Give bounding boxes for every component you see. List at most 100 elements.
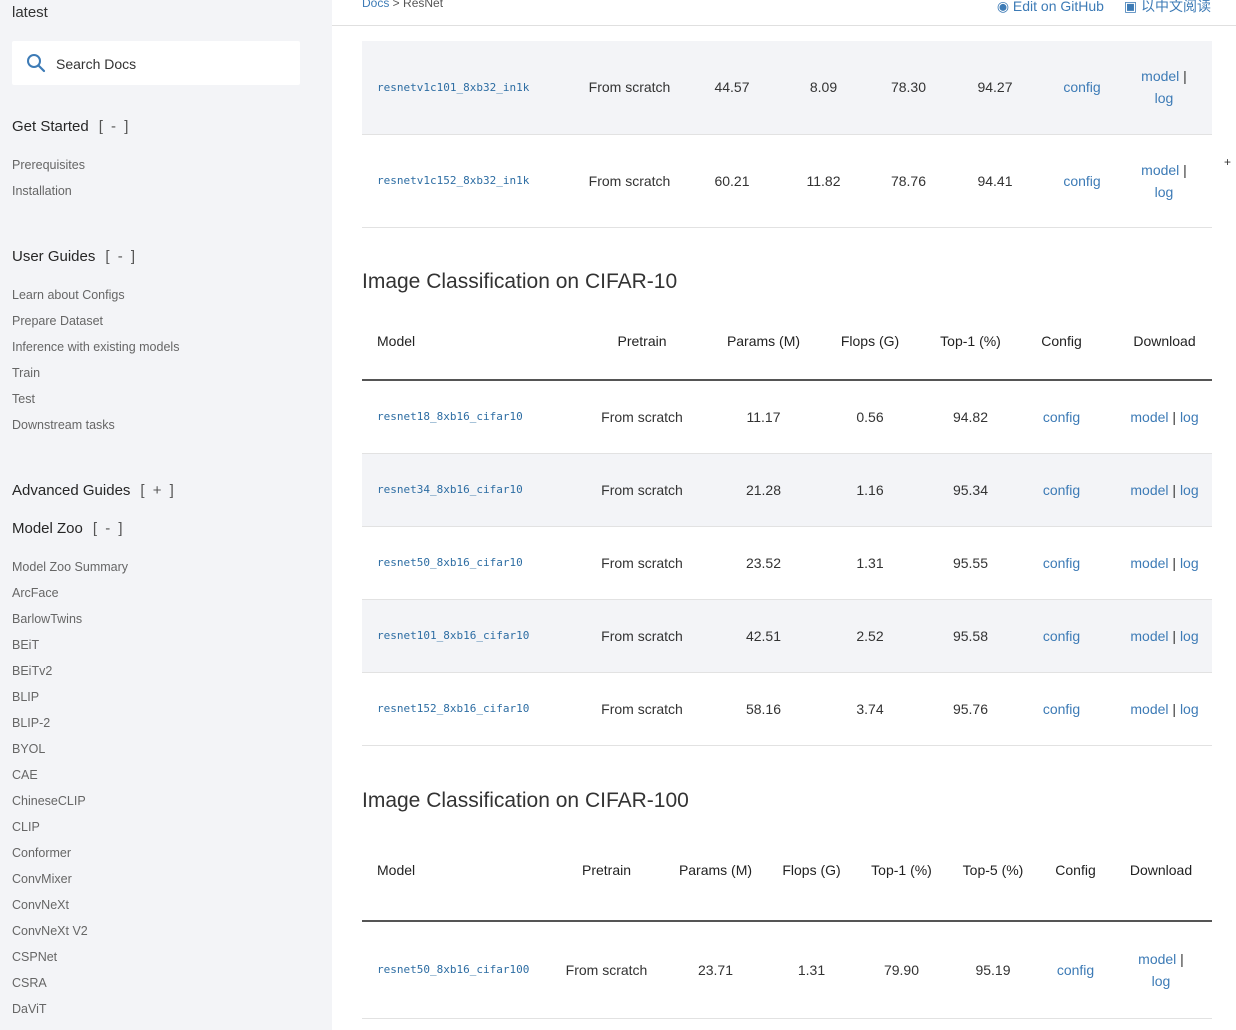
nav-item-model-zoo[interactable]: CAE — [12, 768, 38, 782]
log-link[interactable]: log — [1180, 409, 1199, 425]
section-toggle[interactable]: [ + ] — [140, 482, 175, 499]
model-link[interactable]: model — [1130, 628, 1168, 644]
section-label: Get Started — [12, 118, 89, 135]
nav-item-inference[interactable]: Inference with existing models — [12, 340, 179, 354]
params-cell: 60.21 — [692, 134, 772, 228]
search-input[interactable] — [54, 51, 288, 77]
nav-item-prepare-dataset[interactable]: Prepare Dataset — [12, 314, 103, 328]
download-cell: model | log — [1117, 453, 1212, 527]
nav-item-model-zoo[interactable]: ConvNeXt V2 — [12, 924, 88, 938]
config-link[interactable]: config — [1048, 41, 1116, 135]
table-row: resnetv1c101_8xb32_in1k From scratch 44.… — [362, 41, 1212, 135]
log-link[interactable]: log — [1155, 90, 1174, 106]
nav-item-learn-about-configs[interactable]: Learn about Configs — [12, 288, 125, 302]
params-cell: 21.28 — [722, 453, 805, 527]
params-cell: 42.51 — [722, 599, 805, 673]
nav-item-model-zoo[interactable]: ConvNeXt — [12, 898, 69, 912]
nav-item-model-zoo[interactable]: Conformer — [12, 846, 71, 860]
nav-item-model-zoo[interactable]: BEiTv2 — [12, 664, 52, 678]
read-in-chinese-label: 以中文阅读 — [1141, 0, 1211, 14]
config-link[interactable]: config — [1006, 453, 1117, 527]
column-header: Flops (G) — [765, 820, 858, 922]
column-header: Top-5 (%) — [945, 820, 1041, 922]
download-cell: model | log — [1117, 526, 1212, 600]
nav-item-installation[interactable]: Installation — [12, 184, 72, 198]
section-toggle[interactable]: [ - ] — [105, 248, 137, 265]
table-header-row: Model Pretrain Params (M) Flops (G) Top-… — [362, 302, 1212, 381]
log-link[interactable]: log — [1155, 184, 1174, 200]
nav-item-model-zoo[interactable]: Model Zoo Summary — [12, 560, 128, 574]
nav-item-downstream-tasks[interactable]: Downstream tasks — [12, 418, 115, 432]
side-plus[interactable]: + — [1224, 155, 1231, 169]
column-header: Download — [1110, 820, 1212, 922]
section-get-started[interactable]: Get Started [ - ] — [12, 118, 130, 135]
column-header: Flops (G) — [805, 302, 935, 381]
breadcrumb-current: ResNet — [403, 0, 444, 10]
breadcrumb-separator: > — [389, 0, 404, 10]
search-box[interactable] — [12, 41, 300, 85]
breadcrumb-docs-link[interactable]: Docs — [362, 0, 389, 10]
nav-item-model-zoo[interactable]: CLIP — [12, 820, 40, 834]
download-cell: model | log — [1116, 134, 1212, 228]
read-in-chinese-link[interactable]: ▣ 以中文阅读 — [1124, 0, 1211, 14]
section-model-zoo[interactable]: Model Zoo [ - ] — [12, 520, 125, 537]
nav-item-model-zoo[interactable]: BLIP-2 — [12, 716, 50, 730]
config-link[interactable]: config — [1006, 526, 1117, 600]
model-link[interactable]: model — [1141, 68, 1179, 84]
nav-item-model-zoo[interactable]: CSRA — [12, 976, 47, 990]
log-link[interactable]: log — [1180, 628, 1199, 644]
section-toggle[interactable]: [ - ] — [99, 118, 131, 135]
model-link[interactable]: model — [1130, 701, 1168, 717]
log-link[interactable]: log — [1180, 555, 1199, 571]
config-link[interactable]: config — [1006, 672, 1117, 746]
log-link[interactable]: log — [1180, 482, 1199, 498]
nav-item-model-zoo[interactable]: BLIP — [12, 690, 39, 704]
nav-item-model-zoo[interactable]: DaViT — [12, 1002, 47, 1016]
nav-item-test[interactable]: Test — [12, 392, 35, 406]
model-link[interactable]: model — [1130, 555, 1168, 571]
config-link[interactable]: config — [1048, 134, 1116, 228]
nav-item-model-zoo[interactable]: CSPNet — [12, 950, 57, 964]
download-cell: model | log — [1117, 672, 1212, 746]
nav-item-model-zoo[interactable]: ChineseCLIP — [12, 794, 86, 808]
model-name: resnet50_8xb16_cifar100 — [362, 921, 547, 1019]
config-link[interactable]: config — [1041, 921, 1110, 1019]
top1-cell: 79.90 — [858, 921, 945, 1019]
section-label: Advanced Guides — [12, 482, 131, 499]
log-link[interactable]: log — [1152, 973, 1171, 989]
column-header: Top-1 (%) — [858, 820, 945, 922]
column-header: Pretrain — [562, 302, 722, 381]
column-header: Pretrain — [547, 820, 666, 922]
model-link[interactable]: model — [1130, 409, 1168, 425]
section-user-guides[interactable]: User Guides [ - ] — [12, 248, 137, 265]
nav-item-model-zoo[interactable]: ArcFace — [12, 586, 59, 600]
table-row: resnetv1c152_8xb32_in1k From scratch 60.… — [362, 134, 1212, 228]
pretrain-cell: From scratch — [562, 599, 722, 673]
sidebar: latest Get Started [ - ] Prerequisites In… — [0, 0, 332, 1030]
nav-item-model-zoo[interactable]: BEiT — [12, 638, 39, 652]
config-link[interactable]: config — [1006, 380, 1117, 454]
nav-item-prerequisites[interactable]: Prerequisites — [12, 158, 85, 172]
column-header: Model — [362, 820, 547, 922]
nav-item-model-zoo[interactable]: ConvMixer — [12, 872, 72, 886]
model-link[interactable]: model — [1141, 162, 1179, 178]
nav-item-model-zoo[interactable]: BYOL — [12, 742, 45, 756]
edit-on-github-link[interactable]: ◉ Edit on GitHub — [981, 0, 1104, 14]
model-link[interactable]: model — [1138, 951, 1176, 967]
pretrain-cell: From scratch — [567, 134, 692, 228]
log-link[interactable]: log — [1180, 701, 1199, 717]
model-name: resnetv1c101_8xb32_in1k — [362, 41, 567, 135]
flops-cell: 1.16 — [805, 453, 935, 527]
model-name: resnet18_8xb16_cifar10 — [362, 380, 562, 454]
nav-item-model-zoo[interactable]: BarlowTwins — [12, 612, 82, 626]
model-link[interactable]: model — [1130, 482, 1168, 498]
nav-item-train[interactable]: Train — [12, 366, 40, 380]
table-header-row: Model Pretrain Params (M) Flops (G) Top-… — [362, 820, 1212, 922]
version-label[interactable]: latest — [12, 4, 48, 21]
config-link[interactable]: config — [1006, 599, 1117, 673]
link-separator: | — [1168, 554, 1180, 571]
top5-cell: 94.27 — [942, 41, 1048, 135]
column-header: Top-1 (%) — [935, 302, 1006, 381]
section-toggle[interactable]: [ - ] — [93, 520, 125, 537]
section-advanced-guides[interactable]: Advanced Guides [ + ] — [12, 482, 176, 499]
